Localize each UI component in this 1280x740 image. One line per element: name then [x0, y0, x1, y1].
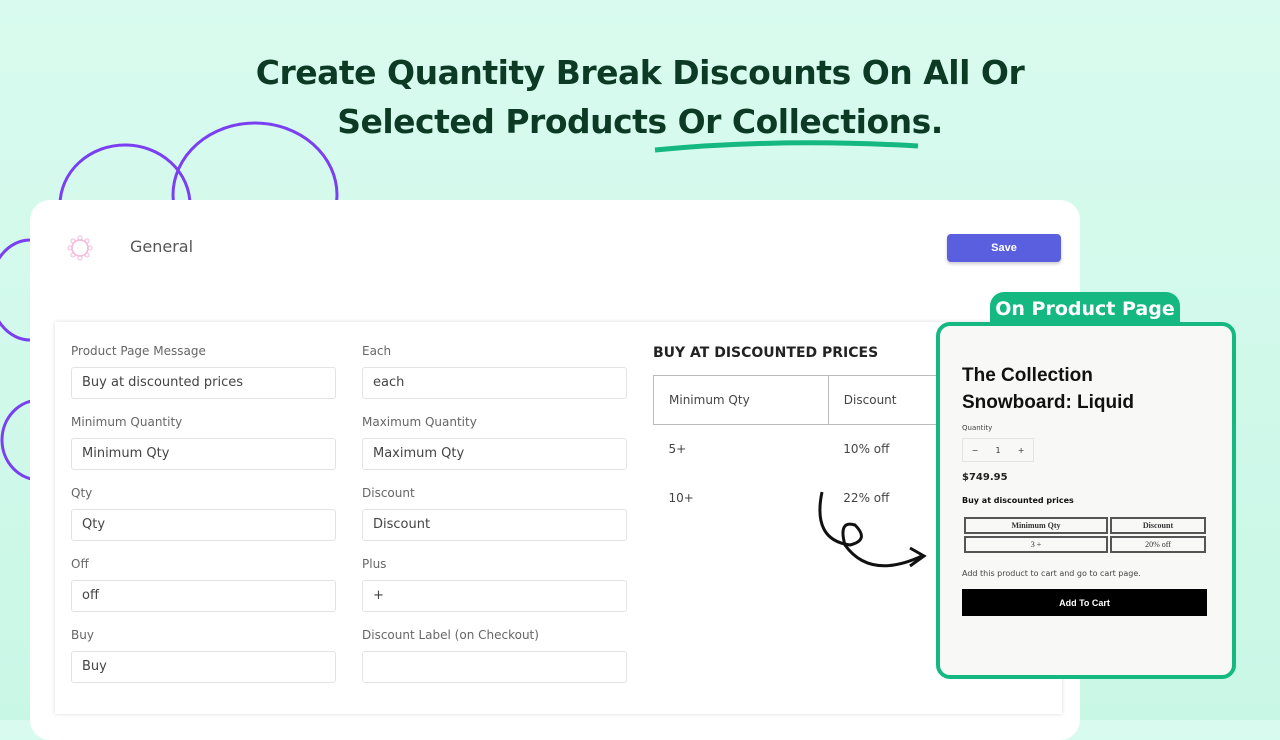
quantity-value[interactable]: 1 [995, 446, 1000, 455]
minus-button[interactable]: − [972, 446, 979, 455]
header-min-qty: Minimum Qty [964, 517, 1108, 534]
table-row: 3 +20% off [964, 536, 1206, 553]
cart-note: Add this product to cart and go to cart … [962, 569, 1141, 578]
header-discount: Discount [1110, 517, 1206, 534]
product-title: The Collection Snowboard: Liquid [962, 362, 1134, 416]
add-to-cart-button[interactable]: Add To Cart [962, 589, 1207, 616]
table-header-row: Minimum Qty Discount [964, 517, 1206, 534]
price: $749.95 [962, 472, 1008, 483]
quantity-label: Quantity [962, 424, 993, 432]
product-title-line-1: The Collection [962, 365, 1093, 386]
cell-discount: 20% off [1110, 536, 1206, 553]
plus-button[interactable]: + [1018, 446, 1025, 455]
cell-qty: 3 + [964, 536, 1108, 553]
discount-table: Minimum Qty Discount 3 +20% off [962, 515, 1208, 555]
quantity-stepper[interactable]: − 1 + [962, 438, 1034, 462]
product-page-preview: The Collection Snowboard: Liquid Quantity… [936, 322, 1236, 679]
product-title-line-2: Snowboard: Liquid [962, 392, 1135, 413]
discount-message: Buy at discounted prices [962, 496, 1074, 505]
